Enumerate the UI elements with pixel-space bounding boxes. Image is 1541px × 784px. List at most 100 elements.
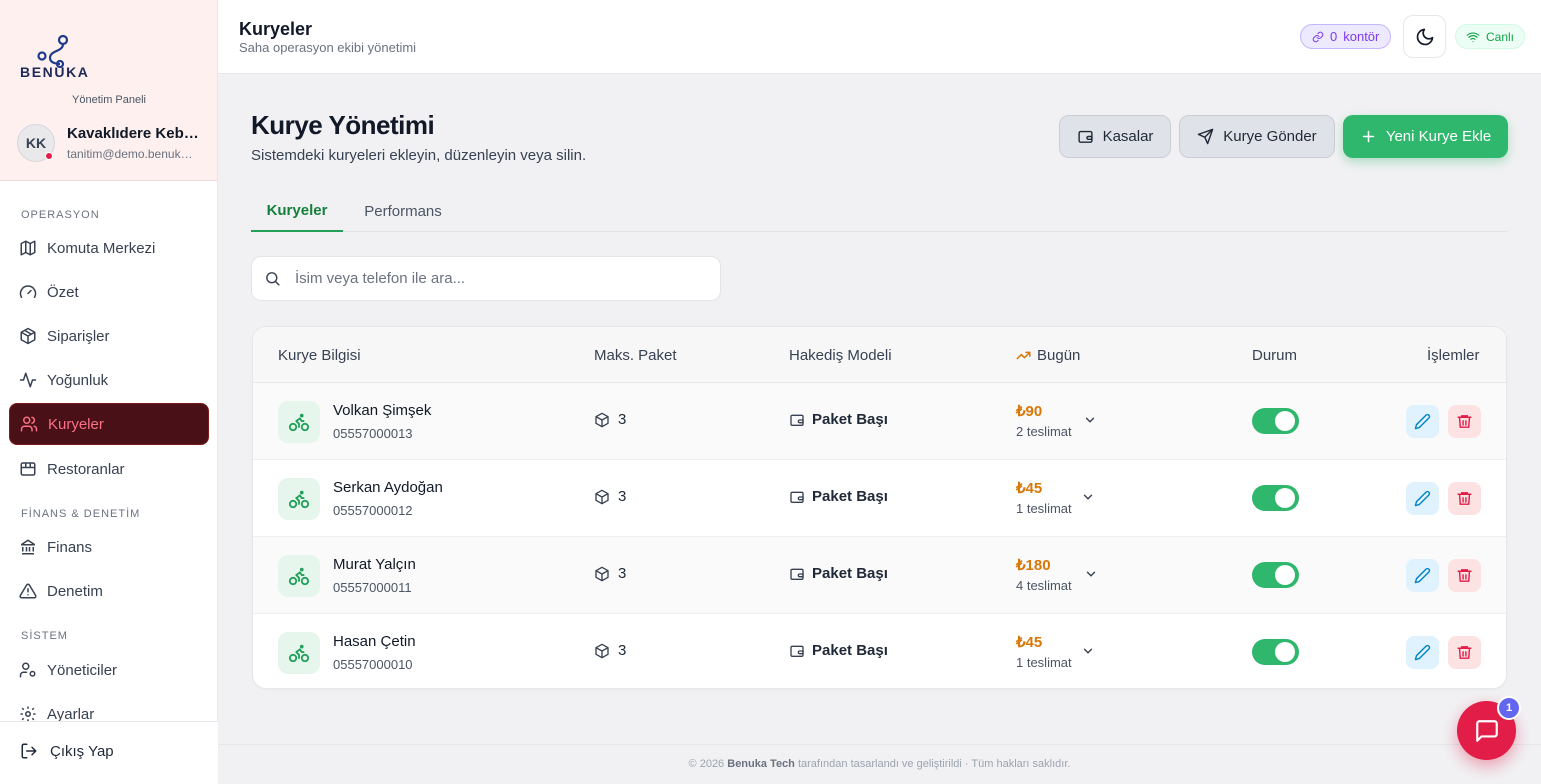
sidebar-item-denetim[interactable]: Denetim [9,570,209,612]
table-row: Hasan Çetin 05557000010 3 Paket Başı ₺45… [253,614,1506,688]
status-toggle[interactable] [1252,639,1299,665]
today-amount: ₺45 [1016,480,1043,497]
header-subtitle: Saha operasyon ekibi yönetimi [239,40,417,55]
sidebar-item-finans[interactable]: Finans [9,526,209,568]
sidebar-item-siparisler[interactable]: Siparişler [9,315,209,357]
edit-button[interactable] [1406,559,1439,592]
delete-button[interactable] [1448,636,1481,669]
activity-icon [19,372,37,388]
sidebar-item-label: Komuta Merkezi [47,239,156,257]
panel-label: Yönetim Paneli [72,94,146,106]
edit-button[interactable] [1406,636,1439,669]
top-bar: Kuryeler Saha operasyon ekibi yönetimi 0… [218,0,1541,74]
trash-icon [1457,492,1472,505]
delete-button[interactable] [1448,559,1481,592]
sidebar-item-restoranlar[interactable]: Restoranlar [9,448,209,490]
wallet-icon [790,414,804,426]
bike-icon-box [278,632,320,674]
status-toggle[interactable] [1252,408,1299,434]
payment-model: Paket Başı [789,565,888,582]
bike-icon [288,490,310,509]
delete-button[interactable] [1448,405,1481,438]
theme-toggle-button[interactable] [1403,15,1446,58]
credit-count: 0 [1330,29,1338,44]
table-header: Kurye Bilgisi Maks. Paket Hakediş Modeli… [253,327,1506,383]
avatar-initials: KK [25,135,47,151]
bike-icon-box [278,555,320,597]
edit-button[interactable] [1406,482,1439,515]
edit-button[interactable] [1406,405,1439,438]
cash-registers-button[interactable]: Kasalar [1059,115,1171,158]
today-amount: ₺45 [1016,634,1043,651]
payment-model: Paket Başı [789,642,888,659]
sidebar-item-ayarlar[interactable]: Ayarlar [9,693,209,721]
max-package-value: 3 [618,565,627,582]
bike-icon-box [278,478,320,520]
credit-badge[interactable]: 0 kontör [1300,24,1392,49]
store-icon [20,462,36,476]
courier-name: Serkan Aydoğan [333,479,443,496]
today-earnings: ₺90 2 teslimat [1016,402,1072,439]
sidebar-item-kuryeler[interactable]: Kuryeler [9,403,209,445]
tab-kuryeler[interactable]: Kuryeler [251,190,343,232]
search-input[interactable] [295,270,695,287]
today-deliveries: 1 teslimat [1016,655,1072,670]
column-header: Kurye Bilgisi [278,347,361,364]
sidebar-item-komuta-merkezi[interactable]: Komuta Merkezi [9,227,209,269]
wifi-icon [1466,31,1480,42]
sidebar-item-yoneticiler[interactable]: Yöneticiler [9,649,209,691]
page-footer: © 2026 Benuka Tech tarafından tasarlandı… [218,744,1541,784]
user-card[interactable]: KK Kavaklıdere Kebap tanitim@demo.benuka… [17,124,199,162]
chevron-down-icon[interactable] [1084,567,1098,581]
table-row: Volkan Şimşek 05557000013 3 Paket Başı ₺… [253,383,1506,460]
status-toggle[interactable] [1252,485,1299,511]
footer-company: Benuka Tech [727,758,795,770]
add-courier-button[interactable]: Yeni Kurye Ekle [1343,115,1508,158]
gauge-icon [19,285,37,298]
chevron-down-icon[interactable] [1081,490,1095,504]
logout-button[interactable]: Çıkış Yap [20,742,114,760]
chevron-down-icon[interactable] [1081,644,1095,658]
tab-performans[interactable]: Performans [357,190,449,232]
send-icon [1198,128,1214,145]
sidebar-item-label: Kuryeler [48,415,104,433]
payment-model: Paket Başı [789,411,888,428]
footer-text: tarafından tasarlandı ve geliştirildi · … [797,758,1071,770]
trash-icon [1457,646,1472,659]
trash-icon [1457,415,1472,428]
send-courier-button[interactable]: Kurye Gönder [1179,115,1335,158]
status-toggle[interactable] [1252,562,1299,588]
user-name: Kavaklıdere Kebap [67,125,199,142]
sidebar-nav: OPERASYON Komuta Merkezi Özet Siparişler… [0,181,218,721]
bike-icon [288,644,310,663]
credit-label: kontör [1343,29,1380,44]
wallet-icon [790,491,804,503]
avatar: KK [17,124,55,162]
courier-phone: 05557000012 [333,503,413,518]
sidebar-item-label: Siparişler [47,327,110,345]
chevron-down-icon[interactable] [1083,413,1097,427]
payment-model-value: Paket Başı [812,411,888,428]
page-subtitle: Sistemdeki kuryeleri ekleyin, düzenleyin… [251,147,587,164]
today-earnings: ₺45 1 teslimat [1016,479,1072,516]
footer-copyright: © 2026 [688,758,725,770]
gear-icon [20,706,36,721]
brand-name: BENUKA [20,64,90,80]
max-package: 3 [594,642,626,659]
trending-up-icon [1016,351,1031,360]
sidebar-item-label: Restoranlar [47,460,125,478]
sidebar: BENUKA Yönetim Paneli KK Kavaklıdere Keb… [0,0,218,784]
courier-name: Hasan Çetin [333,633,416,650]
sidebar-header: BENUKA Yönetim Paneli KK Kavaklıdere Keb… [0,0,217,181]
logout-icon [21,743,37,759]
courier-phone: 05557000010 [333,657,413,672]
sidebar-item-ozet[interactable]: Özet [9,271,209,313]
sidebar-item-yogunluk[interactable]: Yoğunluk [9,359,209,401]
courier-name: Murat Yalçın [333,556,416,573]
column-header: İşlemler [1427,347,1480,364]
max-package-value: 3 [618,488,627,505]
max-package: 3 [594,565,626,582]
delete-button[interactable] [1448,482,1481,515]
cash-registers-label: Kasalar [1102,128,1154,145]
bike-icon [288,413,310,432]
